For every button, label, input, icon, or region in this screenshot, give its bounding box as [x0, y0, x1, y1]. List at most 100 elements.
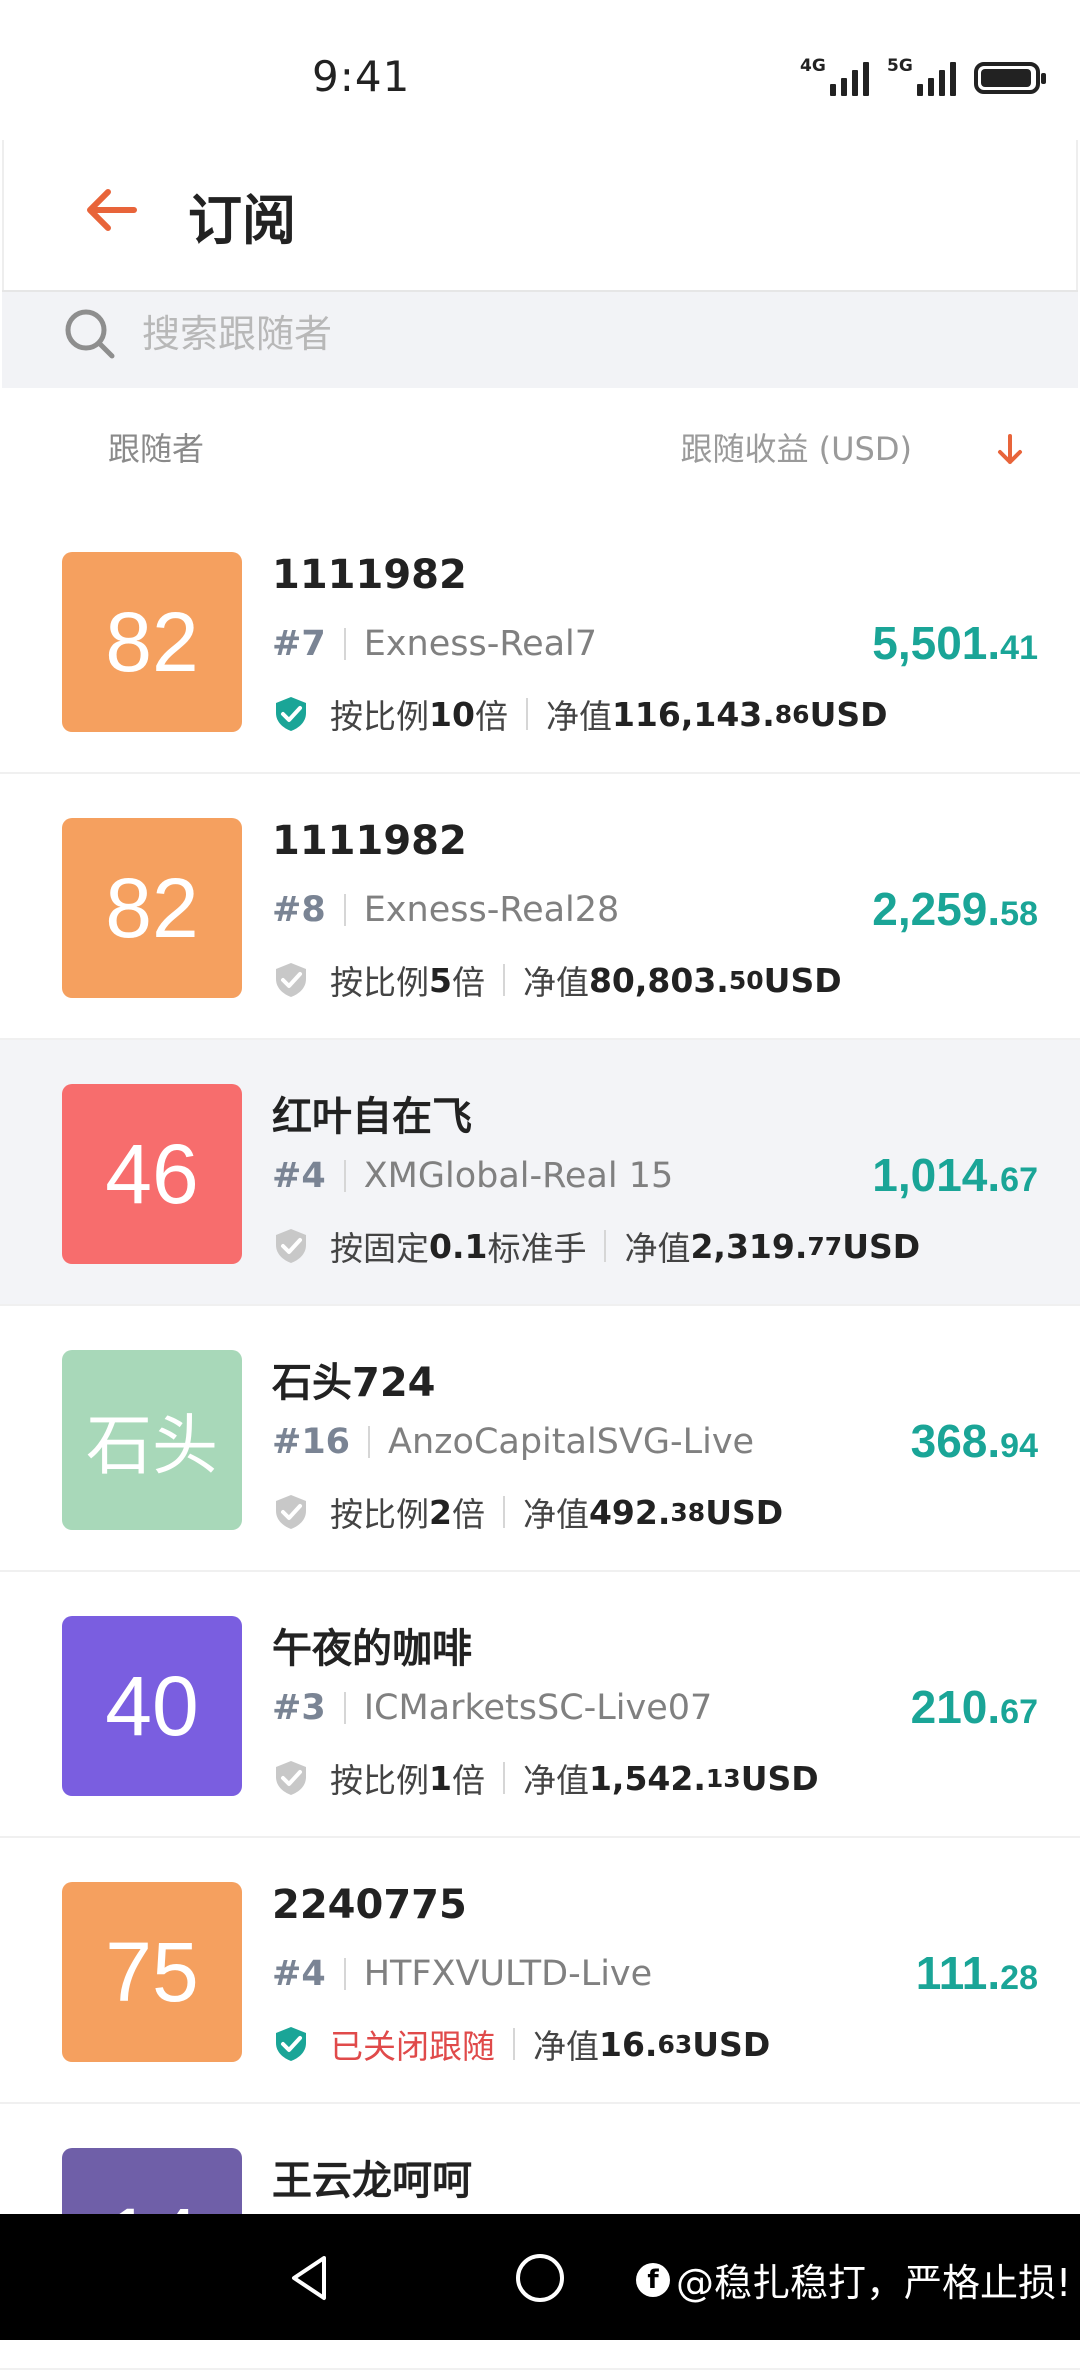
copy-mode-suffix: 倍 [474, 697, 508, 736]
copy-mode-suffix: 倍 [451, 1495, 485, 1534]
follower-name: 2240775 [272, 1882, 467, 1928]
equity-dec: 77 [807, 1231, 843, 1261]
account-line: #4 XMGlobal-Real 15 [272, 1156, 673, 1196]
search-bar [2, 290, 1078, 388]
equity-label: 净值 [533, 2027, 599, 2066]
equity-unit: USD [692, 2024, 771, 2064]
settings-line: 按比例 5 倍 净值 80,803. 50 USD [272, 956, 842, 1004]
divider [513, 2028, 515, 2060]
divider [502, 1496, 505, 1528]
copy-mode-value: 0.1 [429, 1226, 488, 1266]
account-server: Exness-Real28 [363, 890, 620, 930]
status-bar: 9:41 4G 5G [0, 0, 1080, 140]
follow-profit: 210.67 [910, 1681, 1038, 1733]
sort-down-arrow-icon[interactable] [990, 430, 1030, 470]
shield-check-icon [276, 1229, 306, 1263]
follow-profit: 2,259.58 [872, 883, 1038, 935]
follower-list: 82 1111982 #7 Exness-Real7 按比例 10 倍 净值 1… [0, 508, 1080, 2370]
equity-int: 80,803. [588, 960, 729, 1000]
copy-mode-suffix: 倍 [451, 1761, 485, 1800]
follower-row[interactable]: 82 1111982 #7 Exness-Real7 按比例 10 倍 净值 1… [0, 508, 1080, 774]
copy-mode-prefix: 按比例 [330, 963, 429, 1002]
follower-row[interactable]: 40 午夜的咖啡 #3 ICMarketsSC-Live07 按比例 1 倍 净… [0, 1572, 1080, 1838]
account-line: #3 ICMarketsSC-Live07 [272, 1688, 712, 1728]
shield-check-icon [276, 1761, 306, 1795]
battery-icon [974, 62, 1046, 94]
follower-row[interactable]: 75 2240775 #4 HTFXVULTD-Live 已关闭跟随 净值 16… [0, 1838, 1080, 2104]
equity-int: 492. [588, 1492, 671, 1532]
app-header: 订阅 [2, 140, 1078, 290]
rank: #16 [272, 1422, 351, 1462]
copy-mode-prefix: 按比例 [330, 1761, 429, 1800]
divider [343, 628, 346, 660]
equity-dec: 38 [670, 1497, 706, 1527]
avatar: 82 [62, 818, 242, 998]
follower-name: 红叶自在飞 [272, 1094, 472, 1140]
search-icon [65, 309, 115, 359]
column-follower-label: 跟随者 [108, 430, 205, 468]
avatar: 石头 [62, 1350, 242, 1530]
rank: #4 [272, 1156, 326, 1196]
equity-int: 1,542. [588, 1758, 706, 1798]
column-profit-label[interactable]: 跟随收益 (USD) [680, 424, 912, 470]
divider [502, 964, 505, 996]
nav-home-icon[interactable] [516, 2254, 564, 2302]
settings-line: 按固定 0.1 标准手 净值 2,319. 77 USD [272, 1222, 920, 1270]
avatar: 40 [62, 1616, 242, 1796]
equity-label: 净值 [522, 1761, 589, 1800]
follower-row[interactable]: 46 红叶自在飞 #4 XMGlobal-Real 15 按固定 0.1 标准手… [0, 1040, 1080, 1306]
equity-label: 净值 [522, 963, 589, 1002]
copy-mode-prefix: 按固定 [330, 1229, 429, 1268]
copy-mode-prefix: 按比例 [330, 1495, 429, 1534]
equity-unit: USD [809, 694, 888, 734]
rank: #7 [272, 624, 326, 664]
follow-profit: 368.94 [910, 1415, 1038, 1467]
status-icons: 4G 5G [800, 58, 1046, 96]
follower-row[interactable]: 石头 石头724 #16 AnzoCapitalSVG-Live 按比例 2 倍… [0, 1306, 1080, 1572]
settings-line: 按比例 1 倍 净值 1,542. 13 USD [272, 1754, 819, 1802]
equity-unit: USD [763, 960, 842, 1000]
page-title: 订阅 [188, 189, 296, 252]
account-server: XMGlobal-Real 15 [363, 1156, 674, 1196]
equity-int: 16. [599, 2024, 658, 2064]
divider [604, 1230, 607, 1262]
rank: #3 [272, 1688, 326, 1728]
copy-mode-suffix: 倍 [451, 963, 485, 1002]
equity-dec: 13 [705, 1763, 741, 1793]
account-line: #16 AnzoCapitalSVG-Live [272, 1422, 754, 1462]
system-nav-bar: f @稳扎稳打，严格止损! [0, 2214, 1080, 2340]
avatar: 46 [62, 1084, 242, 1264]
watermark: f @稳扎稳打，严格止损! [636, 2252, 1071, 2307]
signal-5g-icon: 5G [887, 58, 956, 96]
follower-name: 1111982 [272, 552, 467, 598]
follow-closed-status: 已关闭跟随 [330, 2027, 495, 2066]
equity-dec: 86 [774, 699, 810, 729]
shield-check-icon [276, 1495, 306, 1529]
account-server: HTFXVULTD-Live [363, 1954, 653, 1994]
settings-line: 按比例 2 倍 净值 492. 38 USD [272, 1488, 783, 1536]
shield-check-icon [276, 697, 306, 731]
follow-profit: 111.28 [915, 1947, 1038, 1999]
search-input[interactable] [142, 304, 942, 364]
copy-mode-suffix: 标准手 [487, 1229, 587, 1268]
settings-line: 按比例 10 倍 净值 116,143. 86 USD [272, 690, 888, 738]
column-header: 跟随者 跟随收益 (USD) [0, 388, 1080, 508]
shield-check-icon [276, 963, 306, 997]
divider [343, 1692, 346, 1724]
equity-label: 净值 [545, 697, 612, 736]
follower-name: 1111982 [272, 818, 467, 864]
account-server: Exness-Real7 [363, 624, 598, 664]
avatar: 75 [62, 1882, 242, 2062]
copy-mode-value: 1 [429, 1758, 452, 1798]
follower-row[interactable]: 82 1111982 #8 Exness-Real28 按比例 5 倍 净值 8… [0, 774, 1080, 1040]
copy-mode-prefix: 按比例 [330, 697, 429, 736]
account-line: #4 HTFXVULTD-Live [272, 1954, 652, 1994]
equity-int: 2,319. [690, 1226, 808, 1266]
equity-label: 净值 [624, 1229, 691, 1268]
back-arrow-icon[interactable] [82, 180, 142, 240]
watermark-text: @稳扎稳打，严格止损! [676, 2261, 1072, 2305]
equity-int: 116,143. [611, 694, 775, 734]
nav-back-icon[interactable] [284, 2252, 336, 2304]
shield-check-icon [276, 2027, 306, 2061]
settings-line: 已关闭跟随 净值 16. 63 USD [272, 2020, 770, 2068]
